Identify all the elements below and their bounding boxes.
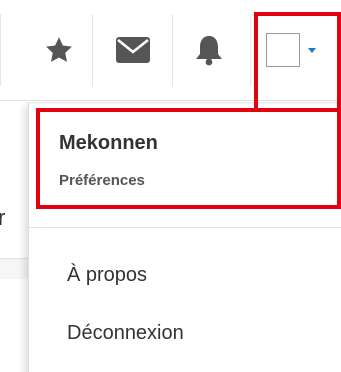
- menu-item-logout[interactable]: Déconnexion: [67, 322, 184, 345]
- menu-divider: [29, 227, 341, 228]
- user-name: Mekonnen: [59, 132, 158, 154]
- menu-item-about[interactable]: À propos: [67, 264, 147, 287]
- top-navbar: [0, 0, 341, 101]
- navbar-divider: [250, 14, 251, 86]
- navbar-divider: [172, 14, 173, 86]
- avatar: [266, 33, 300, 67]
- messages-button[interactable]: [96, 14, 170, 86]
- navbar-divider: [0, 14, 1, 86]
- background-partial-text: r: [0, 205, 6, 230]
- favorites-button[interactable]: [30, 14, 88, 86]
- user-dropdown-menu: Mekonnen Préférences À propos Déconnexio…: [28, 102, 341, 372]
- user-menu-toggle[interactable]: [258, 14, 341, 86]
- notifications-button[interactable]: [176, 14, 242, 86]
- page: r Mekonnen Préférences À propos Déconnex…: [0, 0, 341, 372]
- bell-icon: [194, 34, 224, 66]
- envelope-icon: [116, 37, 150, 63]
- chevron-down-icon: [308, 47, 316, 53]
- navbar-divider: [92, 14, 93, 86]
- preferences-link[interactable]: Préférences: [59, 172, 145, 189]
- star-icon: [44, 35, 74, 65]
